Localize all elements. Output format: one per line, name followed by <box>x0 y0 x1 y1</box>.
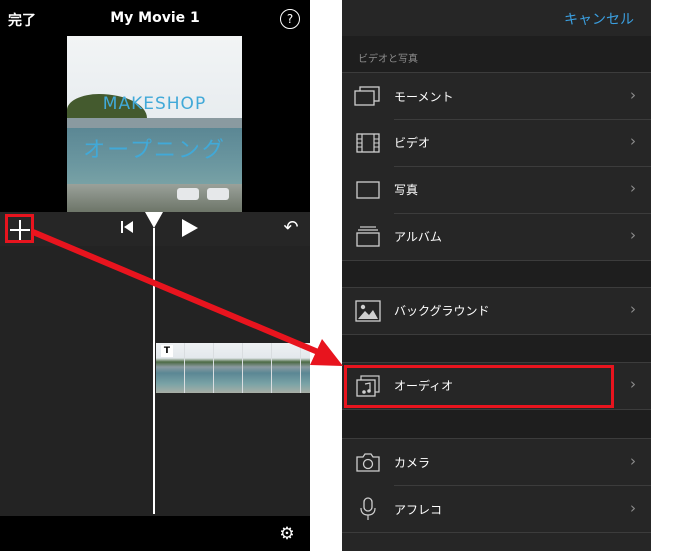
clip-frame <box>243 343 272 393</box>
section-header: ビデオと写真 <box>358 54 418 65</box>
chevron-right-icon: › <box>630 452 636 470</box>
album-icon <box>356 226 380 247</box>
menu-item-label: モーメント <box>394 90 454 104</box>
editor-bottombar <box>0 516 310 551</box>
settings-gear-icon[interactable]: ⚙ <box>278 525 296 543</box>
menu-item-voiceover[interactable]: アフレコ › <box>342 486 651 532</box>
preview-car <box>207 188 229 200</box>
menu-item-label: ビデオ <box>394 136 431 150</box>
chevron-right-icon: › <box>630 300 636 318</box>
preview-land <box>67 118 242 128</box>
undo-button[interactable]: ↶ <box>281 218 301 238</box>
clip-frame <box>272 343 301 393</box>
playhead[interactable] <box>153 228 155 514</box>
preview-car <box>177 188 199 200</box>
video-preview: MAKESHOP オープニング <box>67 36 242 212</box>
movie-title: My Movie 1 <box>110 10 200 26</box>
moments-icon <box>354 86 380 106</box>
skip-triangle-icon <box>124 221 133 233</box>
photo-icon <box>356 181 380 199</box>
menu-item-label: 写真 <box>394 183 419 197</box>
menu-item-label: アルバム <box>394 230 442 244</box>
skip-bar-icon <box>121 221 123 233</box>
menu-item-video[interactable]: ビデオ › <box>342 120 651 166</box>
clip-frame <box>214 343 243 393</box>
clip-frame <box>301 343 310 393</box>
chevron-right-icon: › <box>630 499 636 517</box>
help-button[interactable]: ? <box>280 9 300 29</box>
clip-title-badge: T <box>161 345 173 357</box>
chevron-right-icon: › <box>630 375 636 393</box>
play-button[interactable] <box>182 219 198 237</box>
chevron-right-icon: › <box>630 86 636 104</box>
group-gap <box>342 410 651 438</box>
menu-item-camera[interactable]: カメラ › <box>342 439 651 485</box>
menu-item-background[interactable]: バックグラウンド › <box>342 288 651 334</box>
add-button-highlight <box>5 214 34 243</box>
divider <box>342 532 651 533</box>
menu-item-label: バックグラウンド <box>394 304 490 318</box>
chevron-right-icon: › <box>630 132 636 150</box>
preview-title-ja: オープニング <box>83 138 226 163</box>
group-gap <box>342 261 651 287</box>
chevron-right-icon: › <box>630 179 636 197</box>
menu-item-label: アフレコ <box>394 503 443 517</box>
group-gap <box>342 335 651 362</box>
editor-topbar: 完了 My Movie 1 ? <box>0 0 310 36</box>
timeline-clip[interactable] <box>156 343 310 393</box>
background-icon <box>355 300 381 322</box>
film-icon <box>356 133 380 153</box>
menu-item-moments[interactable]: モーメント › <box>342 73 651 119</box>
audio-item-highlight <box>344 365 614 408</box>
preview-title-en: MAKESHOP <box>102 94 207 114</box>
playhead-notch <box>145 212 163 228</box>
clip-frame <box>185 343 214 393</box>
chevron-right-icon: › <box>630 226 636 244</box>
skip-to-start-button[interactable] <box>121 219 135 235</box>
menu-item-photos[interactable]: 写真 › <box>342 167 651 213</box>
menu-item-label: カメラ <box>394 456 431 470</box>
microphone-icon <box>360 497 376 520</box>
menu-item-album[interactable]: アルバム › <box>342 214 651 260</box>
cancel-button[interactable]: キャンセル <box>564 9 634 29</box>
camera-icon <box>356 453 380 472</box>
